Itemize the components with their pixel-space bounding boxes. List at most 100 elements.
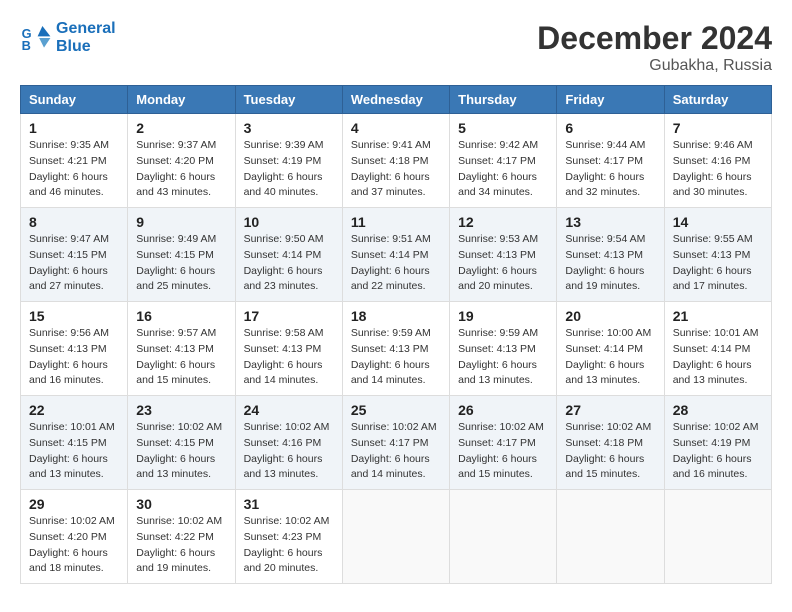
- day-number: 27: [565, 402, 655, 418]
- day-info: Sunrise: 9:50 AMSunset: 4:14 PMDaylight:…: [244, 233, 324, 292]
- calendar-cell: 26 Sunrise: 10:02 AMSunset: 4:17 PMDayli…: [450, 396, 557, 490]
- logo-text2: Blue: [56, 38, 116, 56]
- day-number: 16: [136, 308, 226, 324]
- day-info: Sunrise: 9:56 AMSunset: 4:13 PMDaylight:…: [29, 327, 109, 386]
- calendar-cell: 5 Sunrise: 9:42 AMSunset: 4:17 PMDayligh…: [450, 114, 557, 208]
- calendar-cell: 6 Sunrise: 9:44 AMSunset: 4:17 PMDayligh…: [557, 114, 664, 208]
- calendar-week-row: 8 Sunrise: 9:47 AMSunset: 4:15 PMDayligh…: [21, 208, 772, 302]
- calendar-week-row: 29 Sunrise: 10:02 AMSunset: 4:20 PMDayli…: [21, 490, 772, 584]
- calendar-cell: 24 Sunrise: 10:02 AMSunset: 4:16 PMDayli…: [235, 396, 342, 490]
- calendar-week-row: 22 Sunrise: 10:01 AMSunset: 4:15 PMDayli…: [21, 396, 772, 490]
- day-info: Sunrise: 10:02 AMSunset: 4:23 PMDaylight…: [244, 515, 330, 574]
- day-info: Sunrise: 9:39 AMSunset: 4:19 PMDaylight:…: [244, 139, 324, 198]
- day-number: 1: [29, 120, 119, 136]
- day-info: Sunrise: 10:02 AMSunset: 4:20 PMDaylight…: [29, 515, 115, 574]
- day-info: Sunrise: 9:35 AMSunset: 4:21 PMDaylight:…: [29, 139, 109, 198]
- calendar-cell: 3 Sunrise: 9:39 AMSunset: 4:19 PMDayligh…: [235, 114, 342, 208]
- calendar-cell: 30 Sunrise: 10:02 AMSunset: 4:22 PMDayli…: [128, 490, 235, 584]
- day-number: 5: [458, 120, 548, 136]
- day-number: 2: [136, 120, 226, 136]
- day-info: Sunrise: 10:02 AMSunset: 4:18 PMDaylight…: [565, 421, 651, 480]
- day-number: 12: [458, 214, 548, 230]
- day-number: 3: [244, 120, 334, 136]
- day-number: 4: [351, 120, 441, 136]
- location-subtitle: Gubakha, Russia: [537, 57, 772, 75]
- day-info: Sunrise: 9:47 AMSunset: 4:15 PMDaylight:…: [29, 233, 109, 292]
- calendar-cell: 14 Sunrise: 9:55 AMSunset: 4:13 PMDaylig…: [664, 208, 771, 302]
- calendar-cell: 27 Sunrise: 10:02 AMSunset: 4:18 PMDayli…: [557, 396, 664, 490]
- logo-text: General: [56, 20, 116, 38]
- weekday-header: Tuesday: [235, 86, 342, 114]
- calendar-cell: 12 Sunrise: 9:53 AMSunset: 4:13 PMDaylig…: [450, 208, 557, 302]
- calendar-cell: [557, 490, 664, 584]
- day-number: 31: [244, 496, 334, 512]
- calendar-cell: [450, 490, 557, 584]
- day-number: 9: [136, 214, 226, 230]
- day-info: Sunrise: 10:02 AMSunset: 4:17 PMDaylight…: [458, 421, 544, 480]
- calendar-cell: 4 Sunrise: 9:41 AMSunset: 4:18 PMDayligh…: [342, 114, 449, 208]
- day-info: Sunrise: 9:54 AMSunset: 4:13 PMDaylight:…: [565, 233, 645, 292]
- calendar-cell: 1 Sunrise: 9:35 AMSunset: 4:21 PMDayligh…: [21, 114, 128, 208]
- day-number: 15: [29, 308, 119, 324]
- day-info: Sunrise: 9:59 AMSunset: 4:13 PMDaylight:…: [351, 327, 431, 386]
- day-number: 11: [351, 214, 441, 230]
- calendar-cell: 19 Sunrise: 9:59 AMSunset: 4:13 PMDaylig…: [450, 302, 557, 396]
- calendar-cell: 15 Sunrise: 9:56 AMSunset: 4:13 PMDaylig…: [21, 302, 128, 396]
- calendar-cell: 13 Sunrise: 9:54 AMSunset: 4:13 PMDaylig…: [557, 208, 664, 302]
- calendar-cell: 25 Sunrise: 10:02 AMSunset: 4:17 PMDayli…: [342, 396, 449, 490]
- calendar-cell: 11 Sunrise: 9:51 AMSunset: 4:14 PMDaylig…: [342, 208, 449, 302]
- day-info: Sunrise: 9:58 AMSunset: 4:13 PMDaylight:…: [244, 327, 324, 386]
- calendar-week-row: 1 Sunrise: 9:35 AMSunset: 4:21 PMDayligh…: [21, 114, 772, 208]
- weekday-header: Saturday: [664, 86, 771, 114]
- day-number: 29: [29, 496, 119, 512]
- calendar-cell: 9 Sunrise: 9:49 AMSunset: 4:15 PMDayligh…: [128, 208, 235, 302]
- day-info: Sunrise: 9:44 AMSunset: 4:17 PMDaylight:…: [565, 139, 645, 198]
- svg-text:B: B: [22, 38, 31, 53]
- day-number: 28: [673, 402, 763, 418]
- calendar-cell: 22 Sunrise: 10:01 AMSunset: 4:15 PMDayli…: [21, 396, 128, 490]
- calendar-cell: 23 Sunrise: 10:02 AMSunset: 4:15 PMDayli…: [128, 396, 235, 490]
- calendar-cell: 28 Sunrise: 10:02 AMSunset: 4:19 PMDayli…: [664, 396, 771, 490]
- calendar-cell: 31 Sunrise: 10:02 AMSunset: 4:23 PMDayli…: [235, 490, 342, 584]
- day-info: Sunrise: 10:02 AMSunset: 4:22 PMDaylight…: [136, 515, 222, 574]
- day-number: 24: [244, 402, 334, 418]
- day-info: Sunrise: 9:59 AMSunset: 4:13 PMDaylight:…: [458, 327, 538, 386]
- day-info: Sunrise: 10:02 AMSunset: 4:17 PMDaylight…: [351, 421, 437, 480]
- day-number: 6: [565, 120, 655, 136]
- calendar-cell: 7 Sunrise: 9:46 AMSunset: 4:16 PMDayligh…: [664, 114, 771, 208]
- day-number: 21: [673, 308, 763, 324]
- calendar-cell: 21 Sunrise: 10:01 AMSunset: 4:14 PMDayli…: [664, 302, 771, 396]
- logo: G B General Blue: [20, 20, 116, 56]
- calendar-cell: 29 Sunrise: 10:02 AMSunset: 4:20 PMDayli…: [21, 490, 128, 584]
- calendar-cell: 2 Sunrise: 9:37 AMSunset: 4:20 PMDayligh…: [128, 114, 235, 208]
- calendar-cell: 18 Sunrise: 9:59 AMSunset: 4:13 PMDaylig…: [342, 302, 449, 396]
- day-info: Sunrise: 10:02 AMSunset: 4:15 PMDaylight…: [136, 421, 222, 480]
- calendar-cell: [664, 490, 771, 584]
- title-block: December 2024 Gubakha, Russia: [537, 20, 772, 75]
- day-info: Sunrise: 9:51 AMSunset: 4:14 PMDaylight:…: [351, 233, 431, 292]
- weekday-header: Thursday: [450, 86, 557, 114]
- day-info: Sunrise: 10:02 AMSunset: 4:16 PMDaylight…: [244, 421, 330, 480]
- day-number: 10: [244, 214, 334, 230]
- day-number: 8: [29, 214, 119, 230]
- day-info: Sunrise: 9:53 AMSunset: 4:13 PMDaylight:…: [458, 233, 538, 292]
- calendar-header-row: SundayMondayTuesdayWednesdayThursdayFrid…: [21, 86, 772, 114]
- day-number: 30: [136, 496, 226, 512]
- day-info: Sunrise: 10:01 AMSunset: 4:15 PMDaylight…: [29, 421, 115, 480]
- day-number: 17: [244, 308, 334, 324]
- calendar-cell: 20 Sunrise: 10:00 AMSunset: 4:14 PMDayli…: [557, 302, 664, 396]
- calendar-table: SundayMondayTuesdayWednesdayThursdayFrid…: [20, 85, 772, 584]
- day-info: Sunrise: 9:49 AMSunset: 4:15 PMDaylight:…: [136, 233, 216, 292]
- day-number: 18: [351, 308, 441, 324]
- day-info: Sunrise: 9:42 AMSunset: 4:17 PMDaylight:…: [458, 139, 538, 198]
- calendar-cell: 10 Sunrise: 9:50 AMSunset: 4:14 PMDaylig…: [235, 208, 342, 302]
- day-number: 25: [351, 402, 441, 418]
- day-number: 13: [565, 214, 655, 230]
- day-info: Sunrise: 9:57 AMSunset: 4:13 PMDaylight:…: [136, 327, 216, 386]
- day-info: Sunrise: 9:46 AMSunset: 4:16 PMDaylight:…: [673, 139, 753, 198]
- day-number: 23: [136, 402, 226, 418]
- day-info: Sunrise: 9:37 AMSunset: 4:20 PMDaylight:…: [136, 139, 216, 198]
- weekday-header: Sunday: [21, 86, 128, 114]
- day-number: 26: [458, 402, 548, 418]
- day-number: 14: [673, 214, 763, 230]
